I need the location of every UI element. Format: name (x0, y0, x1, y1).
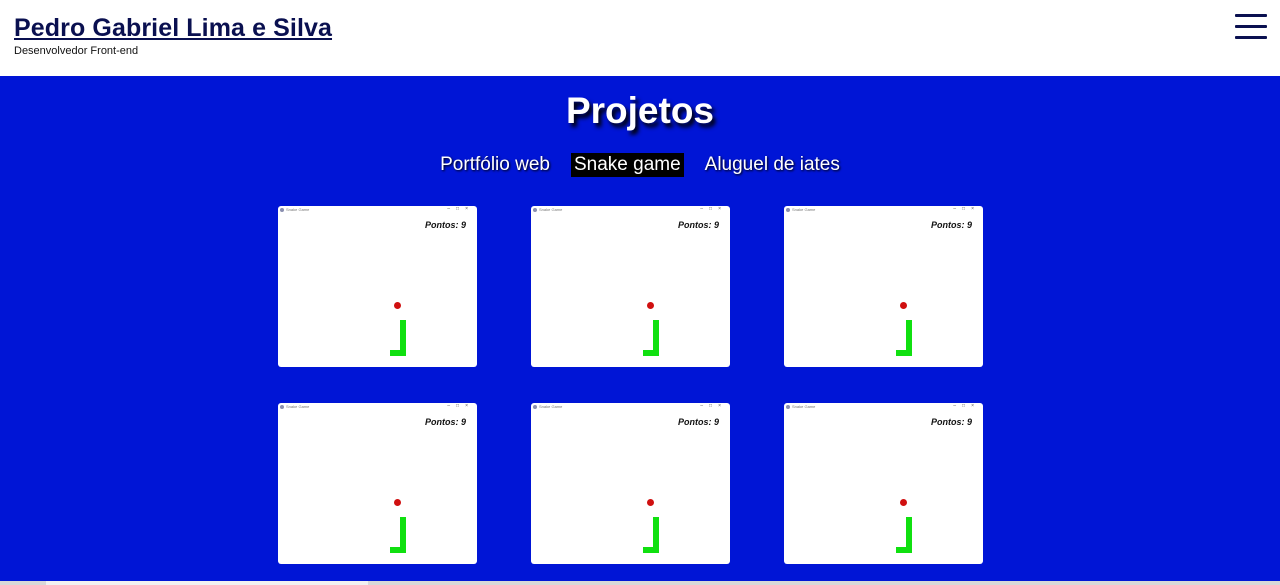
project-card[interactable]: Snake Game –□× Pontos: 9 (784, 206, 983, 367)
window-titlebar: Snake Game –□× (531, 403, 730, 412)
section-title: Projetos (565, 90, 715, 131)
project-card[interactable]: Snake Game –□× Pontos: 9 (278, 206, 477, 367)
snake-tail (390, 350, 406, 356)
food-dot (647, 302, 654, 309)
window-title: Snake Game (539, 404, 563, 409)
tab-portfolio-web[interactable]: Portfólio web (437, 153, 553, 177)
window-title: Snake Game (286, 207, 310, 212)
score-label: Pontos: 9 (424, 220, 466, 230)
window-titlebar: Snake Game –□× (784, 403, 983, 412)
app-icon (786, 208, 790, 212)
snake-tail (643, 547, 659, 553)
snake-tail (896, 350, 912, 356)
food-dot (647, 499, 654, 506)
food-dot (394, 302, 401, 309)
score-label: Pontos: 9 (424, 417, 466, 427)
project-card[interactable]: Snake Game –□× Pontos: 9 (278, 403, 477, 564)
tab-snake-game[interactable]: Snake game (570, 153, 684, 177)
window-titlebar: Snake Game –□× (531, 206, 730, 215)
window-controls-icon: –□× (700, 403, 727, 409)
project-card[interactable]: Snake Game –□× Pontos: 9 (784, 403, 983, 564)
horizontal-scrollbar[interactable] (0, 581, 1280, 585)
scrollbar-thumb[interactable] (46, 581, 368, 585)
site-subtitle: Desenvolvedor Front-end (14, 45, 139, 57)
app-icon (533, 405, 537, 409)
window-title: Snake Game (286, 404, 310, 409)
food-dot (394, 499, 401, 506)
snake-tail (643, 350, 659, 356)
window-controls-icon: –□× (953, 206, 980, 212)
window-titlebar: Snake Game –□× (278, 403, 477, 412)
app-icon (280, 208, 284, 212)
tab-aluguel-de-iates[interactable]: Aluguel de iates (702, 153, 843, 177)
food-dot (900, 302, 907, 309)
site-title[interactable]: Pedro Gabriel Lima e Silva (14, 14, 332, 43)
score-label: Pontos: 9 (930, 220, 972, 230)
window-titlebar: Snake Game –□× (278, 206, 477, 215)
hamburger-menu-icon[interactable] (1235, 14, 1267, 40)
window-controls-icon: –□× (447, 206, 474, 212)
app-icon (786, 405, 790, 409)
app-icon (280, 405, 284, 409)
score-label: Pontos: 9 (677, 220, 719, 230)
project-grid: Snake Game –□× Pontos: 9 Snake Game –□× … (278, 206, 984, 564)
window-controls-icon: –□× (953, 403, 980, 409)
project-card[interactable]: Snake Game –□× Pontos: 9 (531, 403, 730, 564)
window-controls-icon: –□× (700, 206, 727, 212)
window-title: Snake Game (792, 207, 816, 212)
project-card[interactable]: Snake Game –□× Pontos: 9 (531, 206, 730, 367)
window-title: Snake Game (539, 207, 563, 212)
app-icon (533, 208, 537, 212)
snake-tail (390, 547, 406, 553)
snake-tail (896, 547, 912, 553)
score-label: Pontos: 9 (930, 417, 972, 427)
window-titlebar: Snake Game –□× (784, 206, 983, 215)
score-label: Pontos: 9 (677, 417, 719, 427)
food-dot (900, 499, 907, 506)
project-tabs: Portfólio web Snake game Aluguel de iate… (0, 153, 1280, 177)
projects-section: Projetos Portfólio web Snake game Alugue… (0, 76, 1280, 581)
window-title: Snake Game (792, 404, 816, 409)
site-header: Pedro Gabriel Lima e Silva Desenvolvedor… (0, 0, 1280, 76)
window-controls-icon: –□× (447, 403, 474, 409)
